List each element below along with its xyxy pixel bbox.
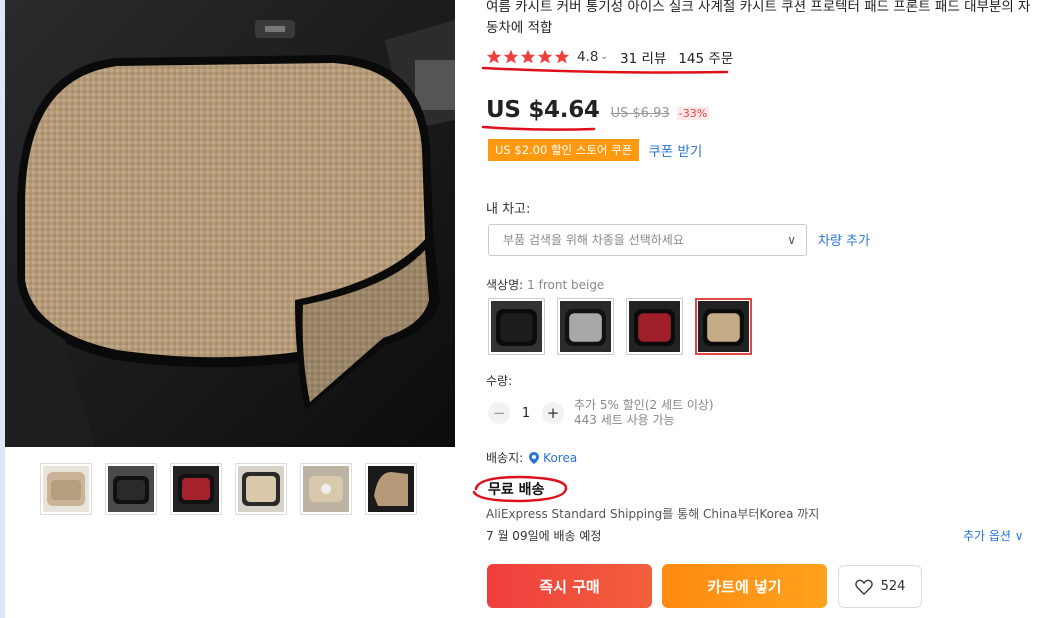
annotation-underline-price <box>481 125 596 131</box>
thumbnail-6[interactable] <box>365 463 417 515</box>
star-icon <box>554 49 570 64</box>
reviews-link[interactable]: 31 리뷰 <box>620 47 666 67</box>
wishlist-count: 524 <box>880 579 906 594</box>
add-vehicle-link[interactable]: 차량 추가 <box>818 230 870 249</box>
thumbnail-1[interactable] <box>40 463 92 515</box>
orders-count: 145 주문 <box>678 51 734 67</box>
quantity-plus-button[interactable]: + <box>542 402 564 424</box>
buy-now-button[interactable]: 즉시 구매 <box>487 564 652 608</box>
color-swatch-black[interactable] <box>488 298 545 355</box>
product-title: 여름 카시트 커버 통기성 아이스 실크 사계절 카시트 쿠션 프로텍터 패드 … <box>486 0 1031 36</box>
quantity-minus-button[interactable]: − <box>488 402 510 424</box>
thumbnail-3[interactable] <box>170 463 222 515</box>
star-icon <box>503 49 519 64</box>
delivery-date: 7 월 09일에 배송 예정 <box>486 529 602 543</box>
chevron-down-icon[interactable]: ⌄ <box>600 52 608 62</box>
coupon-row: US $2.00 할인 스토어 쿠폰 쿠폰 받기 <box>488 139 702 161</box>
quantity-stepper: − 1 + <box>488 402 564 424</box>
thumbnail-5[interactable] <box>300 463 352 515</box>
get-coupon-link[interactable]: 쿠폰 받기 <box>648 140 702 160</box>
quantity-label: 수량: <box>486 374 513 388</box>
stock-available-note: 443 세트 사용 가능 <box>574 413 675 427</box>
vehicle-select-placeholder: 부품 검색을 위해 차종을 선택하세요 <box>503 233 684 247</box>
color-swatches <box>488 298 752 355</box>
star-icon <box>520 49 536 64</box>
wishlist-button[interactable]: 524 <box>838 565 922 608</box>
quantity-note: 추가 5% 할인(2 세트 이상) 443 세트 사용 가능 <box>574 398 714 428</box>
color-label: 색상명: 1 front beige <box>486 276 604 293</box>
main-product-image[interactable] <box>5 0 455 447</box>
quantity-value[interactable]: 1 <box>510 406 542 421</box>
thumbnail-4[interactable] <box>235 463 287 515</box>
price-row: US $4.64 US $6.93 -33% <box>486 97 710 123</box>
star-icon <box>486 49 502 64</box>
color-swatch-gray[interactable] <box>557 298 614 355</box>
ship-to-label: 배송지: <box>486 451 524 465</box>
shipping-method: AliExpress Standard Shipping를 통해 China부터… <box>486 507 820 521</box>
add-to-cart-button[interactable]: 카트에 넣기 <box>662 564 827 608</box>
original-price: US $6.93 <box>610 106 670 121</box>
vehicle-select[interactable]: 부품 검색을 위해 차종을 선택하세요 ∨ <box>488 224 807 256</box>
more-shipping-options[interactable]: 추가 옵션 ∨ <box>963 527 1024 544</box>
rating-stars[interactable] <box>486 49 570 65</box>
location-pin-icon <box>529 451 540 464</box>
thumbnail-2[interactable] <box>105 463 157 515</box>
rating-row: 4.8 ⌄ 31 리뷰 145 주문 <box>486 47 733 67</box>
free-shipping-label: 무료 배송 <box>488 482 545 498</box>
heart-icon <box>854 579 873 595</box>
star-icon <box>537 49 553 64</box>
bulk-discount-note: 추가 5% 할인(2 세트 이상) <box>574 398 714 412</box>
discount-badge: -33% <box>676 107 710 120</box>
store-coupon-tag: US $2.00 할인 스토어 쿠폰 <box>488 139 640 161</box>
thumbnail-strip <box>40 463 417 515</box>
color-swatch-red[interactable] <box>626 298 683 355</box>
ship-to-country[interactable]: Korea <box>543 451 577 465</box>
rating-value: 4.8 <box>577 49 599 65</box>
garage-label: 내 차고: <box>486 202 531 217</box>
selected-color-value: 1 front beige <box>527 278 605 292</box>
color-label-text: 색상명: <box>486 278 524 292</box>
color-swatch-beige[interactable] <box>695 298 752 355</box>
ship-to-row: 배송지: Korea <box>486 449 577 466</box>
product-page: 여름 카시트 커버 통기성 아이스 실크 사계절 카시트 쿠션 프로텍터 패드 … <box>0 0 1039 618</box>
annotation-underline-rating <box>481 66 729 74</box>
current-price: US $4.64 <box>486 97 600 123</box>
chevron-down-icon: ∨ <box>787 233 796 247</box>
